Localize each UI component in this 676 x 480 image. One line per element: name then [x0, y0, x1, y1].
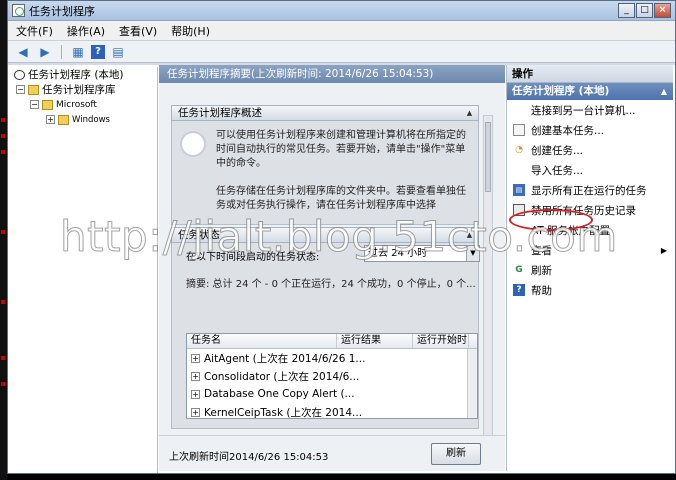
status-period-select[interactable]: 过去 24 小时 ▼ [364, 245, 480, 262]
actions-header: 操作 [507, 65, 673, 83]
column-run-result[interactable]: 运行结果 [337, 334, 413, 348]
expand-icon[interactable]: + [46, 115, 55, 124]
close-button[interactable]: × [654, 3, 671, 18]
chevron-right-icon: ▶ [660, 245, 667, 255]
basic-task-icon [513, 124, 525, 136]
console-tree-icon[interactable]: ▦ [69, 44, 87, 60]
summary-header: 任务计划程序摘要(上次刷新时间: 2014/6/26 15:04:53) [159, 65, 505, 83]
create-task-highlight [509, 209, 593, 231]
blank-icon [513, 244, 525, 256]
refresh-button[interactable]: 刷新 [431, 443, 481, 465]
section-collapse-icon[interactable]: ▲ [465, 231, 474, 239]
summary-body: 任务计划程序概述 ▲ 可以使用任务计划程序来创建和管理计算机将在所指定的时间自动… [159, 83, 505, 459]
tree-item-windows[interactable]: + Windows [10, 112, 157, 127]
tree-item-microsoft[interactable]: − Microsoft [10, 97, 157, 112]
menu-view[interactable]: 查看(V) [119, 23, 157, 39]
action-connect-computer[interactable]: 连接到另一台计算机... [507, 100, 673, 120]
overview-section-title[interactable]: 任务计划程序概述 ▲ [171, 105, 479, 121]
blank-icon [513, 104, 525, 116]
summary-pane: 任务计划程序摘要(上次刷新时间: 2014/6/26 15:04:53) 任务计… [159, 65, 505, 471]
expand-icon[interactable]: + [191, 371, 200, 381]
clock-icon [14, 69, 25, 80]
running-tasks-icon: ▤ [513, 184, 525, 196]
help-icon[interactable]: ? [91, 44, 105, 59]
menu-action[interactable]: 操作(A) [67, 23, 105, 39]
forward-arrow-icon[interactable]: ▶ [36, 44, 54, 60]
table-scrollbar[interactable] [467, 349, 477, 418]
folder-icon [28, 84, 39, 95]
menu-help[interactable]: 帮助(H) [171, 23, 210, 39]
folder-icon [58, 114, 69, 125]
table-row[interactable]: + AitAgent (上次在 2014/6/26 1... [187, 349, 477, 367]
status-summary: 摘要: 总计 24 个 - 0 个正在运行，24 个成功，0 个停止，0 个..… [186, 279, 476, 290]
help-icon: ? [513, 284, 525, 296]
toolbar-divider [61, 44, 62, 59]
back-arrow-icon[interactable]: ◀ [14, 44, 32, 60]
task-status-table: 任务名 运行结果 运行开始时 + AitAgent (上次在 2014/6/26 … [186, 333, 478, 419]
tree-item-library[interactable]: − 任务计划程序库 [10, 82, 157, 97]
expand-icon[interactable]: + [191, 407, 200, 417]
tree-item-root[interactable]: 任务计划程序 (本地) [10, 67, 157, 82]
actions-section-header[interactable]: 任务计划程序 (本地) ▲ [507, 83, 673, 100]
action-create-task[interactable]: ◔ 创建任务... [507, 140, 673, 160]
status-section-title[interactable]: 任务状态 ▲ [171, 227, 479, 243]
chevron-up-icon[interactable]: ▲ [661, 83, 667, 100]
collapse-icon[interactable]: − [30, 100, 39, 109]
create-task-icon: ◔ [515, 145, 523, 155]
menu-bar: 文件(F) 操作(A) 查看(V) 帮助(H) [8, 21, 675, 41]
summary-footer: 上次刷新时间2014/6/26 15:04:53 刷新 [159, 435, 505, 471]
table-row[interactable]: + Consolidator (上次在 2014/6... [187, 367, 477, 385]
overview-text: 可以使用任务计划程序来创建和管理计算机将在所指定的时间自动执行的常见任务。若要开… [216, 130, 466, 169]
task-scheduler-window: 任务计划程序 _ □ × 文件(F) 操作(A) 查看(V) 帮助(H) ◀ ▶… [7, 0, 676, 474]
collapse-icon[interactable]: − [16, 85, 25, 94]
actions-pane: 操作 任务计划程序 (本地) ▲ 连接到另一台计算机... 创建基本任务... … [506, 65, 673, 471]
status-section: 在以下时间段启动的任务状态: 过去 24 小时 ▼ 摘要: 总计 24 个 - … [171, 243, 480, 429]
action-refresh[interactable]: G 刷新 [507, 260, 673, 280]
clock-icon [180, 131, 206, 157]
minimize-button[interactable]: _ [618, 3, 635, 18]
expand-icon[interactable]: + [191, 353, 200, 363]
blank-icon [513, 164, 525, 176]
table-row[interactable]: + Database One Copy Alert (... [187, 385, 477, 403]
desktop-edge [0, 0, 7, 480]
toolbar: ◀ ▶ ▦ ? ▤ [8, 41, 675, 63]
action-help[interactable]: ? 帮助 [507, 280, 673, 300]
action-view[interactable]: 查看 ▶ [507, 240, 673, 260]
main-content: 任务计划程序 (本地) − 任务计划程序库 − Microsoft + Wind… [8, 65, 675, 473]
overview-section: 可以使用任务计划程序来创建和管理计算机将在所指定的时间自动执行的常见任务。若要开… [171, 121, 479, 225]
section-collapse-icon[interactable]: ▲ [465, 109, 474, 117]
column-task-name[interactable]: 任务名 [187, 334, 337, 348]
action-show-running[interactable]: ▤ 显示所有正在运行的任务 [507, 180, 673, 200]
title-bar[interactable]: 任务计划程序 _ □ × [8, 1, 675, 21]
task-scheduler-icon [12, 4, 25, 17]
console-tree: 任务计划程序 (本地) − 任务计划程序库 − Microsoft + Wind… [10, 67, 158, 473]
menu-file[interactable]: 文件(F) [16, 23, 53, 39]
expand-icon[interactable]: + [191, 389, 200, 399]
status-period-label: 在以下时间段启动的任务状态: [186, 252, 320, 263]
last-refresh-text: 上次刷新时间2014/6/26 15:04:53 [169, 452, 329, 463]
window-title: 任务计划程序 [29, 4, 95, 18]
action-import-task[interactable]: 导入任务... [507, 160, 673, 180]
action-create-basic-task[interactable]: 创建基本任务... [507, 120, 673, 140]
summary-scrollbar[interactable] [483, 115, 493, 459]
maximize-button[interactable]: □ [636, 3, 653, 18]
table-row[interactable]: + KernelCeipTask (上次在 2014... [187, 403, 477, 418]
overview-text-2: 任务存储在任务计划程序库的文件夹中。若要查看单独任务或对任务执行操作，请在任务计… [216, 186, 466, 211]
folder-icon [42, 99, 53, 110]
refresh-icon: G [515, 265, 523, 275]
column-run-start[interactable]: 运行开始时 [413, 334, 469, 348]
action-pane-icon[interactable]: ▤ [109, 44, 127, 60]
chevron-down-icon[interactable]: ▼ [466, 246, 479, 261]
